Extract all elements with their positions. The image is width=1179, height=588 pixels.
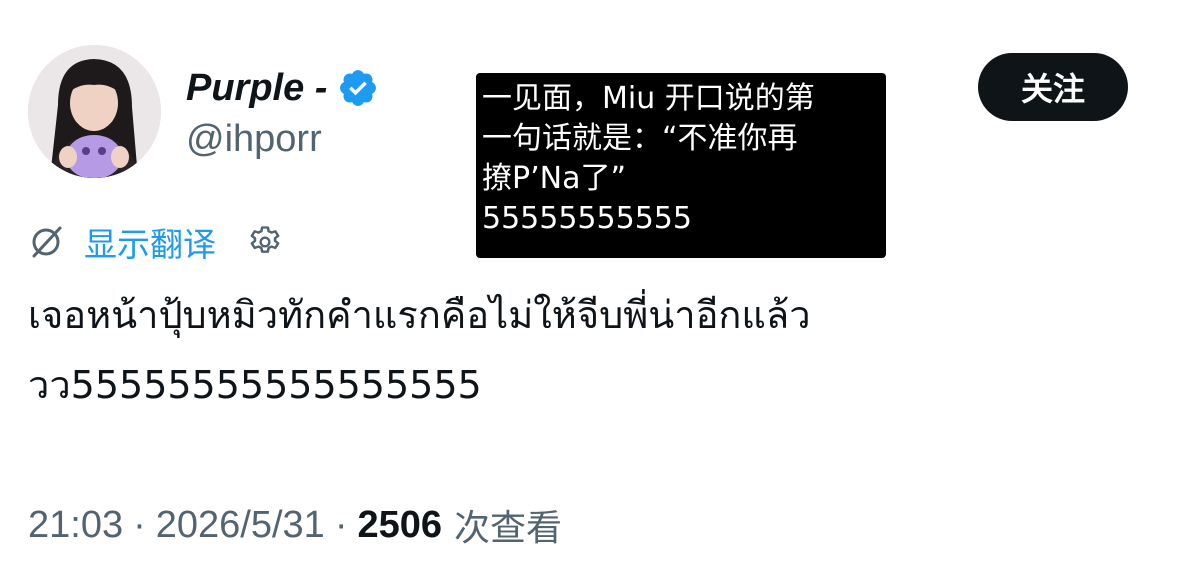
translate-slash-icon bbox=[28, 224, 64, 260]
author-display-name[interactable]: Purple - bbox=[186, 69, 327, 107]
overlay-line: 55555555555 bbox=[482, 201, 692, 236]
tweet-text: เจอหน้าปุ้บหมิวทักคำแรกคือไม่ให้จีบพี่น่… bbox=[28, 280, 1148, 420]
meta-separator: · bbox=[133, 503, 146, 546]
author-handle[interactable]: @ihporr bbox=[186, 117, 322, 163]
translate-row: 显示翻译 bbox=[28, 218, 284, 266]
show-translation-link[interactable]: 显示翻译 bbox=[84, 218, 216, 266]
avatar[interactable] bbox=[28, 45, 161, 178]
overlay-line: 一句话就是：“不准你再 bbox=[482, 121, 798, 156]
tweet-meta: 21:03 · 2026/5/31 · 2506 次查看 bbox=[28, 500, 562, 550]
verified-badge-icon bbox=[337, 67, 379, 109]
translation-overlay: 一见面，Miu 开口说的第 一句话就是：“不准你再 撩P’Na了” 555555… bbox=[476, 73, 886, 258]
author-name-row[interactable]: Purple - bbox=[186, 60, 379, 116]
views-count[interactable]: 2506 bbox=[357, 504, 442, 547]
overlay-line: 撩P’Na了” bbox=[482, 161, 626, 196]
tweet-date[interactable]: 2026/5/31 bbox=[156, 504, 325, 547]
tweet-time[interactable]: 21:03 bbox=[28, 504, 123, 547]
views-label: 次查看 bbox=[454, 508, 563, 549]
gear-icon[interactable] bbox=[246, 223, 284, 261]
follow-button[interactable]: 关注 bbox=[978, 53, 1128, 121]
overlay-line: 一见面，Miu 开口说的第 bbox=[482, 81, 815, 116]
tweet-text-line: เจอหน้าปุ้บหมิวทักคำแรกคือไม่ให้จีบพี่น่… bbox=[28, 293, 811, 337]
avatar-image bbox=[28, 45, 161, 178]
tweet-text-line: วว55555555555555555 bbox=[28, 363, 482, 407]
meta-separator: · bbox=[334, 503, 348, 546]
